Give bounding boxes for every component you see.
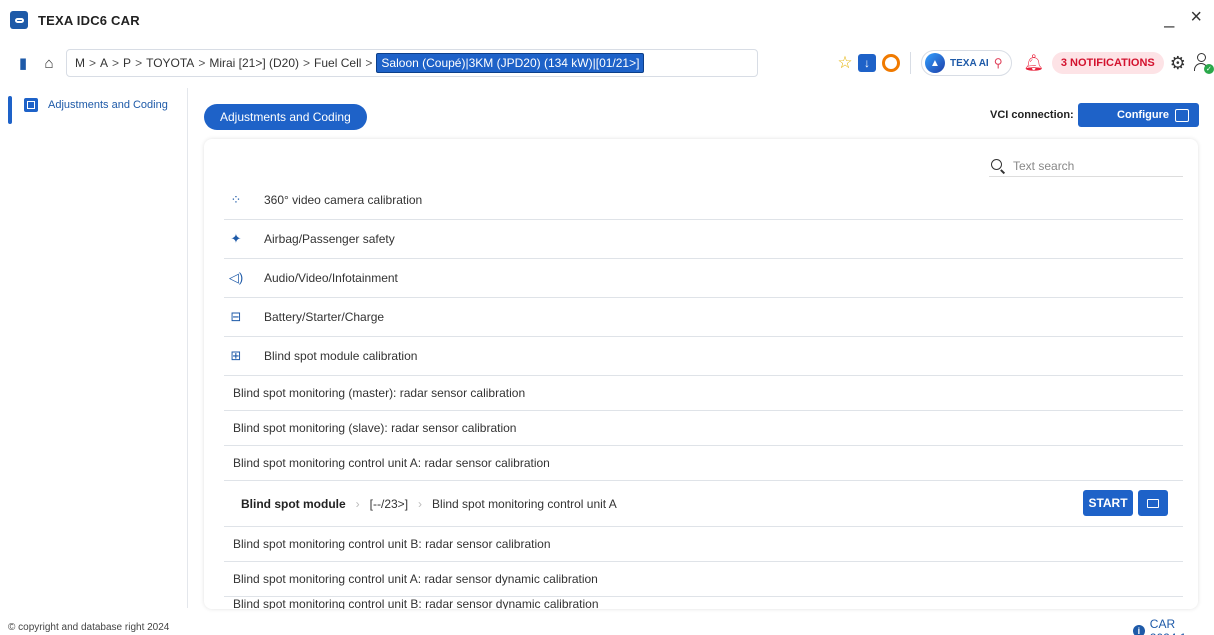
camera-icon: ⁘ (230, 192, 242, 207)
list-item-label: Audio/Video/Infotainment (264, 271, 398, 285)
breadcrumb-separator: > (198, 56, 206, 70)
breadcrumb-item-a[interactable]: A (100, 56, 108, 70)
list-item[interactable]: Blind spot monitoring control unit B: ra… (224, 527, 1183, 562)
breadcrumb-item-model[interactable]: Mirai [21>] (D20) (209, 56, 299, 70)
navigation-bar: ▮ ⌂ M > A > P > TOYOTA > Mirai [21>] (D2… (0, 46, 1214, 80)
search-input[interactable]: Text search (989, 155, 1183, 177)
configure-label: Configure (1117, 109, 1169, 121)
breadcrumb-item-p[interactable]: P (123, 56, 131, 70)
airbag-icon: ✦ (230, 231, 242, 246)
toolbar-divider (910, 52, 911, 74)
list-item[interactable]: ⊞ Blind spot module calibration (224, 337, 1183, 376)
list-item[interactable]: Blind spot monitoring control unit A: ra… (224, 562, 1183, 597)
functions-card: Text search ⁘ 360° video camera calibrat… (204, 139, 1198, 609)
list-item[interactable]: ✦ Airbag/Passenger safety (224, 220, 1183, 259)
battery-icon: ⊟ (230, 309, 242, 324)
user-connected-icon[interactable]: ✓ (1192, 52, 1214, 74)
chevron-right-icon: › (355, 496, 360, 511)
configure-button[interactable]: Configure (1078, 103, 1199, 127)
selected-range: [--/23>] (369, 496, 409, 511)
chevron-right-icon: › (418, 496, 423, 511)
list-item-label: Battery/Starter/Charge (264, 310, 385, 324)
search-placeholder: Text search (1013, 158, 1075, 173)
video-icon (1147, 498, 1159, 508)
minimize-button[interactable]: _ (1164, 8, 1174, 29)
breadcrumb-item-m[interactable]: M (75, 56, 85, 70)
vci-connection-label: VCI connection: (990, 109, 1074, 121)
window-controls: _ × (1164, 6, 1202, 29)
bell-icon[interactable]: 🔔︎ (1024, 53, 1044, 73)
blind-spot-icon: ⊞ (230, 348, 242, 363)
search-icon (991, 158, 1006, 174)
gear-icon[interactable]: ⚙ (1170, 53, 1186, 74)
list-item[interactable]: ⁘ 360° video camera calibration (224, 181, 1183, 220)
breadcrumb-item-fuel[interactable]: Fuel Cell (314, 56, 361, 70)
breadcrumb-separator: > (303, 56, 311, 70)
sidebar-active-indicator (8, 96, 12, 124)
texa-ai-logo-icon: ▲ (925, 53, 945, 73)
configure-icon (1175, 108, 1189, 122)
home-icon[interactable]: ⌂ (38, 52, 60, 74)
version-info[interactable]: i CAR 2024.1 (1133, 617, 1214, 635)
support-lifebuoy-icon[interactable] (882, 54, 900, 72)
close-button[interactable]: × (1190, 6, 1202, 29)
breadcrumb-separator: > (135, 56, 143, 70)
app-title: TEXA IDC6 CAR (38, 12, 140, 28)
version-label: CAR 2024.1 (1149, 617, 1187, 635)
list-item[interactable]: Blind spot monitoring (master): radar se… (224, 376, 1183, 411)
info-icon: i (1133, 625, 1145, 635)
list-item-label: 360° video camera calibration (264, 193, 423, 207)
list-item[interactable]: ⊟ Battery/Starter/Charge (224, 298, 1183, 337)
list-item[interactable]: Blind spot monitoring (slave): radar sen… (224, 411, 1183, 446)
texa-ai-label: TEXA AI (950, 57, 989, 69)
breadcrumb-item-version[interactable]: Saloon (Coupé)|3KM (JPD20) (134 kW)|[01/… (376, 53, 645, 73)
page-title: Adjustments and Coding (204, 104, 367, 130)
function-list: ⁘ 360° video camera calibration ✦ Airbag… (224, 181, 1183, 609)
selected-list-item[interactable]: Blind spot module › [--/23>] › Blind spo… (224, 481, 1183, 527)
selected-module: Blind spot module (241, 496, 346, 511)
ai-search-icon: ⚲ (993, 56, 1003, 70)
list-item[interactable]: ◁) Audio/Video/Infotainment (224, 259, 1183, 298)
list-item[interactable]: Blind spot monitoring control unit B: ra… (224, 597, 1183, 609)
breadcrumb-separator: > (112, 56, 120, 70)
breadcrumb-separator: > (365, 56, 373, 70)
breadcrumb-separator: > (89, 56, 97, 70)
video-tutorial-button[interactable] (1138, 490, 1168, 516)
download-icon[interactable]: ↓ (858, 54, 876, 72)
speaker-icon: ◁) (228, 270, 244, 285)
list-item-label: Blind spot module calibration (264, 349, 418, 363)
side-panel-icon[interactable]: ▮ (12, 52, 34, 74)
copyright-text: © copyright and database right 2024 (8, 622, 170, 633)
selected-unit: Blind spot monitoring control unit A (432, 496, 617, 511)
favorite-star-icon[interactable]: ☆ (834, 52, 856, 74)
title-bar: TEXA IDC6 CAR _ × (0, 0, 1214, 40)
sidebar-item-label: Adjustments and Coding (48, 99, 168, 111)
app-logo-icon (10, 11, 28, 29)
list-item-label: Airbag/Passenger safety (264, 232, 395, 246)
sidebar: Adjustments and Coding (0, 88, 188, 608)
sidebar-item-adjustments[interactable]: Adjustments and Coding (0, 88, 187, 132)
list-item[interactable]: Blind spot monitoring control unit A: ra… (224, 446, 1183, 481)
texa-ai-button[interactable]: ▲ TEXA AI ⚲ (921, 50, 1012, 76)
breadcrumb-item-brand[interactable]: TOYOTA (146, 56, 194, 70)
start-button[interactable]: START (1083, 490, 1133, 516)
adjustments-icon (24, 98, 38, 112)
notifications-button[interactable]: 3 NOTIFICATIONS (1051, 52, 1164, 74)
breadcrumb: M > A > P > TOYOTA > Mirai [21>] (D20) >… (66, 49, 758, 77)
